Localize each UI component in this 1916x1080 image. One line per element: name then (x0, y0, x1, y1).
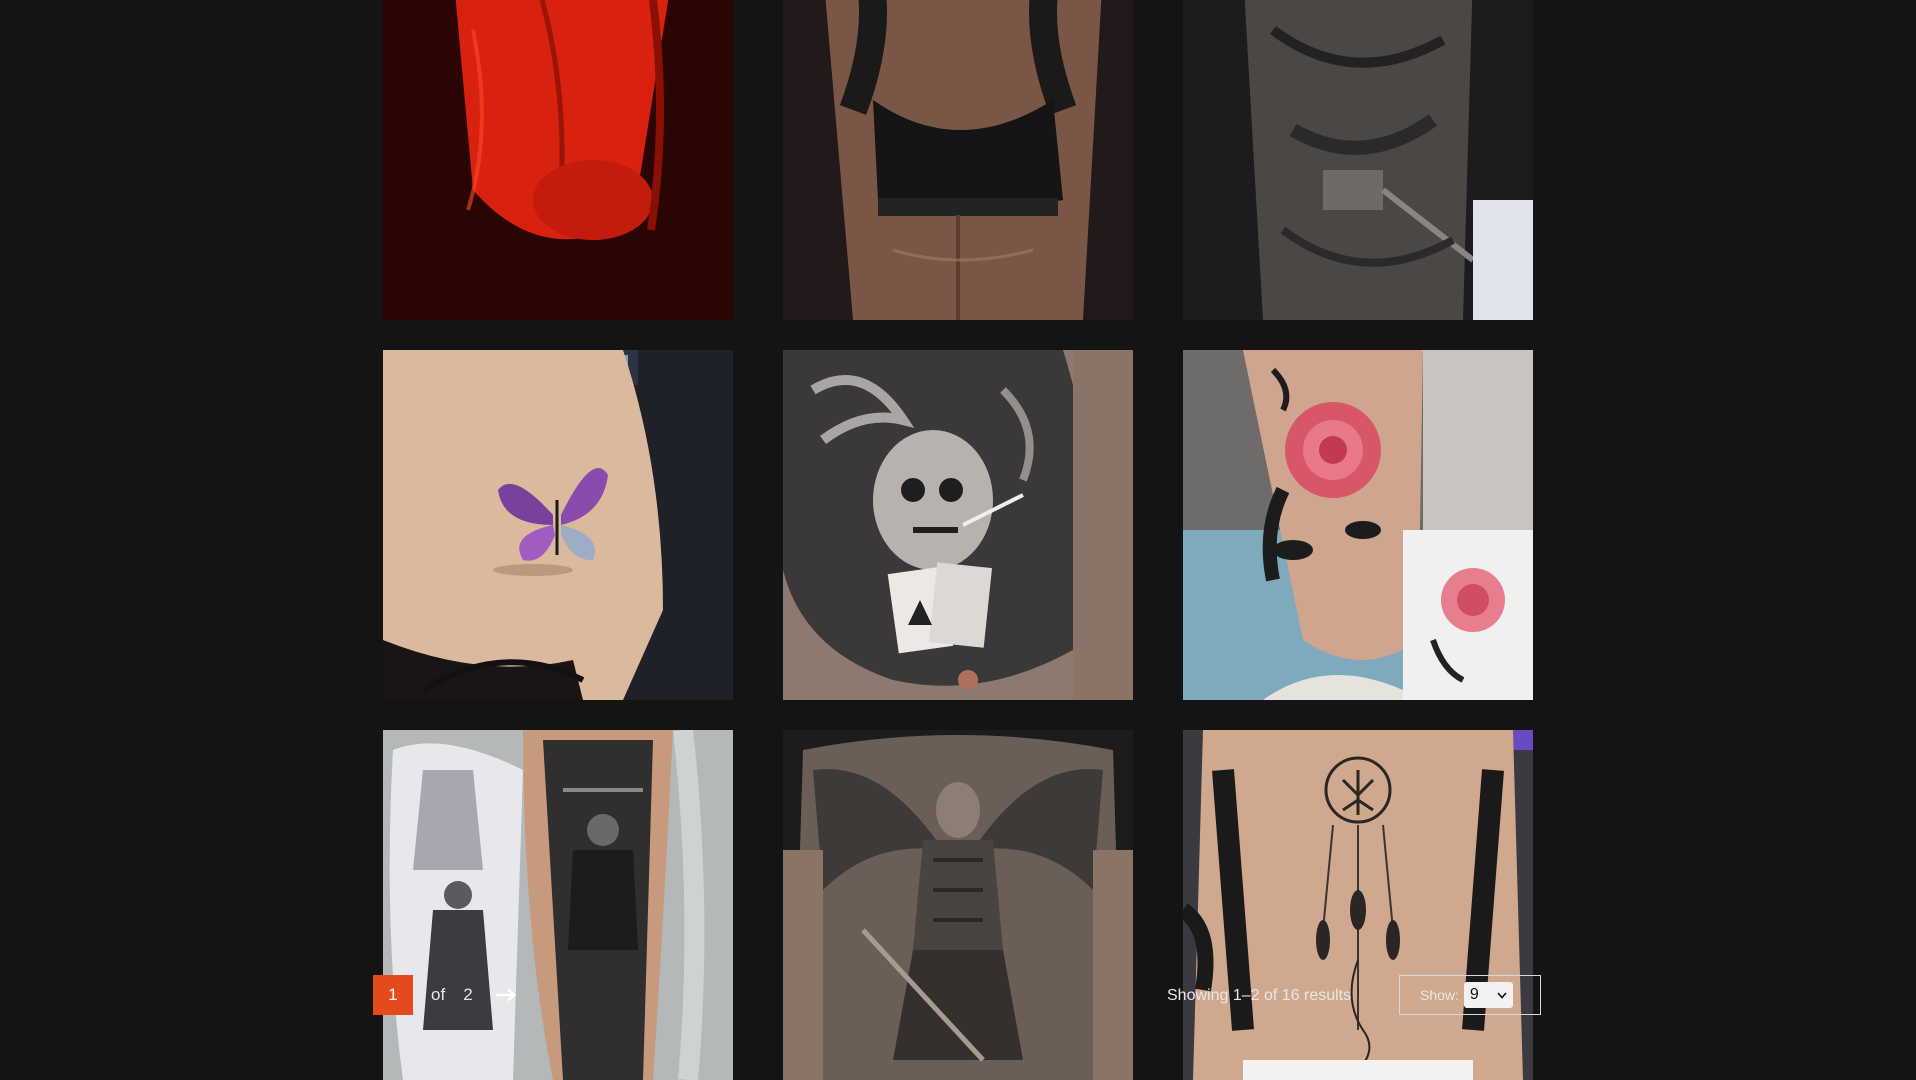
per-page-select[interactable]: 9 (1463, 982, 1513, 1008)
per-page-label: Show: (1420, 987, 1459, 1003)
gallery-item-6[interactable] (1183, 350, 1533, 700)
next-page-button[interactable] (495, 988, 517, 1002)
gallery-item-8[interactable] (783, 730, 1133, 1080)
arrow-right-icon (495, 988, 517, 1002)
per-page-value: 9 (1469, 986, 1479, 1003)
tattoo-photo-angel-backpiece (783, 730, 1133, 1080)
gallery-item-9[interactable] (1183, 730, 1533, 1080)
pagination: 1 of 2 (373, 975, 517, 1015)
tattoo-photo-dreamcatcher-spine (1183, 730, 1533, 1080)
chevron-down-icon (1497, 991, 1507, 999)
tattoo-photo-warrior-arm (1183, 0, 1533, 320)
product-gallery (383, 0, 1533, 1080)
tattoo-photo-butterfly-shoulder (383, 350, 733, 700)
gallery-item-4[interactable] (383, 350, 733, 700)
tattoo-photo-sports-bra-back (783, 0, 1133, 320)
per-page-control: Show: 9 (1399, 975, 1541, 1015)
gallery-item-1[interactable] (383, 0, 733, 320)
results-count: Showing 1–2 of 16 results (1167, 987, 1352, 1004)
tattoo-photo-rose-calf (1183, 350, 1533, 700)
page-of-label: of (431, 985, 446, 1004)
tattoo-photo-viking-forearm (383, 730, 733, 1080)
page-link-2[interactable]: 2 (463, 985, 472, 1005)
page-current: 1 (373, 975, 413, 1015)
gallery-item-3[interactable] (1183, 0, 1533, 320)
gallery-item-7[interactable] (383, 730, 733, 1080)
gallery-item-5[interactable] (783, 350, 1133, 700)
gallery-item-2[interactable] (783, 0, 1133, 320)
tattoo-photo-skull-cards-chest (783, 350, 1133, 700)
tattoo-photo-red-torso (383, 0, 733, 320)
